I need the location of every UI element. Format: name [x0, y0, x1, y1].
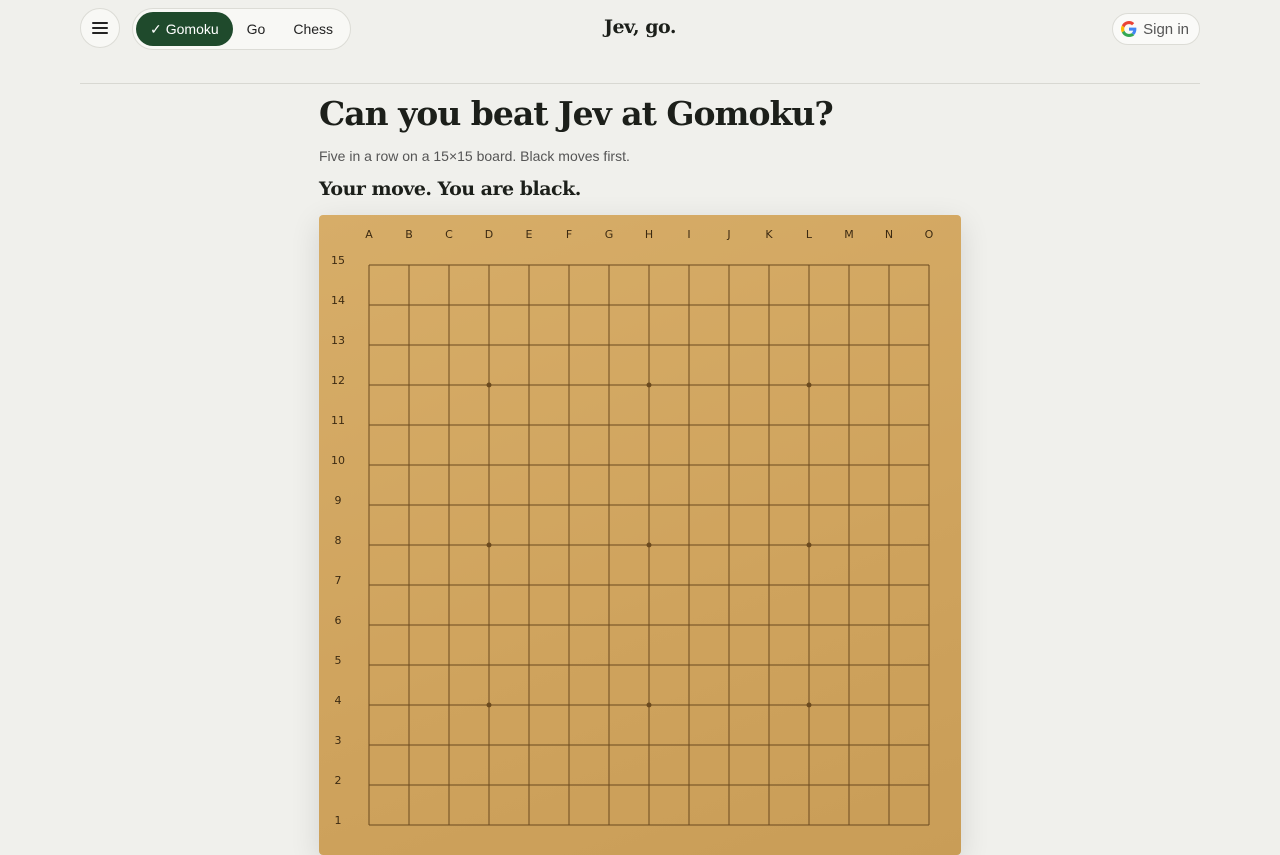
- sign-in-button[interactable]: Sign in: [1112, 13, 1200, 45]
- row-label: 9: [335, 494, 342, 507]
- row-label: 10: [331, 454, 345, 467]
- column-label: F: [566, 228, 572, 241]
- column-label: O: [925, 228, 934, 241]
- column-label: A: [365, 228, 373, 241]
- star-point: [486, 542, 492, 548]
- header-divider: [80, 83, 1200, 84]
- star-point: [646, 382, 652, 388]
- row-label: 5: [335, 654, 342, 667]
- star-point: [646, 702, 652, 708]
- row-label: 11: [331, 414, 345, 427]
- column-label: N: [885, 228, 893, 241]
- column-label: K: [765, 228, 773, 241]
- star-point: [486, 382, 492, 388]
- google-icon: [1121, 21, 1137, 37]
- row-label: 15: [331, 254, 345, 267]
- column-label: B: [405, 228, 413, 241]
- row-label: 13: [331, 334, 345, 347]
- sign-in-label: Sign in: [1143, 20, 1189, 38]
- column-label: J: [726, 228, 730, 241]
- row-label: 4: [335, 694, 342, 707]
- row-label: 6: [335, 614, 342, 627]
- row-label: 7: [335, 574, 342, 587]
- column-label: M: [844, 228, 854, 241]
- row-label: 2: [335, 774, 342, 787]
- star-point: [646, 542, 652, 548]
- page-subtitle: Five in a row on a 15×15 board. Black mo…: [319, 148, 630, 164]
- column-label: H: [645, 228, 653, 241]
- row-label: 1: [335, 814, 342, 827]
- column-label: G: [605, 228, 614, 241]
- game-status: Your move. You are black.: [319, 178, 581, 200]
- column-label: L: [806, 228, 813, 241]
- column-label: D: [485, 228, 493, 241]
- brand-logo[interactable]: Jev, go.: [80, 16, 1200, 38]
- gomoku-board[interactable]: A B C D E F G H I J K L M N O 15 14 13 12 11 10 9 8 7 6 5 4 3 2 1: [319, 215, 961, 855]
- column-label: E: [526, 228, 533, 241]
- row-label: 3: [335, 734, 342, 747]
- row-label: 12: [331, 374, 345, 387]
- page-title: Can you beat Jev at Gomoku?: [319, 94, 834, 133]
- top-bar: ✓ Gomoku Go Chess Jev, go. Sign in: [80, 8, 1200, 50]
- star-point: [806, 702, 812, 708]
- star-point: [806, 382, 812, 388]
- board-grid[interactable]: A B C D E F G H I J K L M N O 15 14 13 12 11 10 9 8 7 6 5 4 3 2 1: [319, 215, 961, 855]
- star-point: [486, 702, 492, 708]
- column-label: C: [445, 228, 453, 241]
- main-content: Can you beat Jev at Gomoku? Five in a ro…: [319, 92, 961, 202]
- row-label: 14: [331, 294, 345, 307]
- column-label: I: [687, 228, 690, 241]
- row-label: 8: [335, 534, 342, 547]
- star-point: [806, 542, 812, 548]
